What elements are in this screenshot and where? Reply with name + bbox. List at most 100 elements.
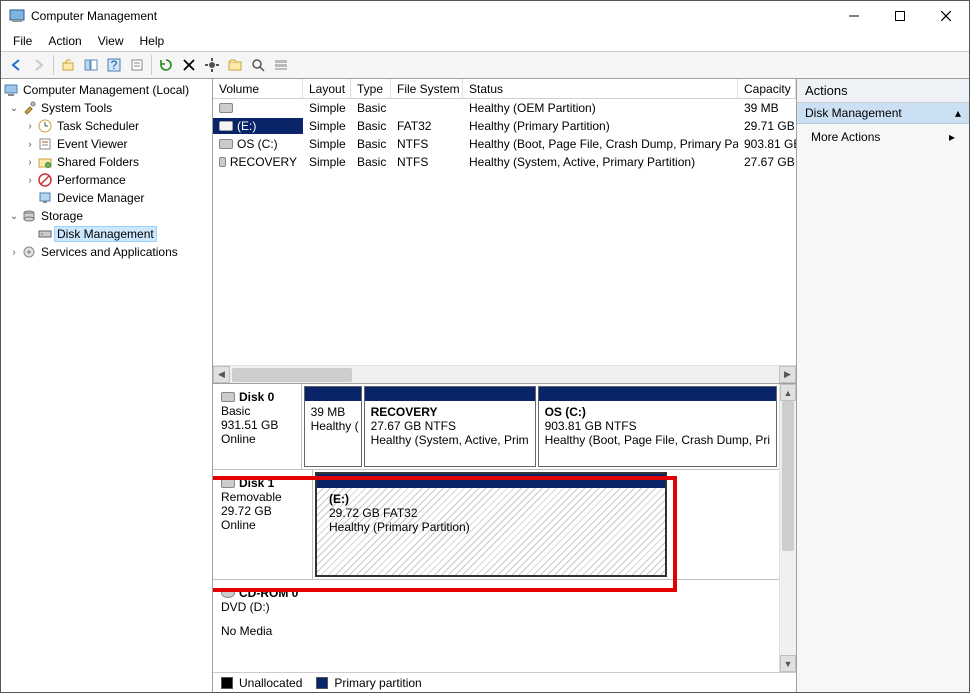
drive-icon xyxy=(219,139,233,149)
col-status[interactable]: Status xyxy=(463,79,738,98)
col-type[interactable]: Type xyxy=(351,79,391,98)
help-button[interactable]: ? xyxy=(103,54,125,76)
search-icon[interactable] xyxy=(247,54,269,76)
tree-performance[interactable]: › Performance xyxy=(3,171,210,189)
close-button[interactable] xyxy=(923,1,969,31)
disk-info: CD-ROM 0 DVD (D:) No Media xyxy=(213,580,773,650)
chevron-right-icon: ▸ xyxy=(949,130,955,144)
partition-bar xyxy=(305,387,361,401)
cell-fs: NTFS xyxy=(391,154,463,170)
menu-view[interactable]: View xyxy=(90,32,132,50)
tree-shared-folders[interactable]: › Shared Folders xyxy=(3,153,210,171)
col-layout[interactable]: Layout xyxy=(303,79,351,98)
legend-label-unallocated: Unallocated xyxy=(239,676,302,690)
open-button[interactable] xyxy=(224,54,246,76)
back-button[interactable] xyxy=(5,54,27,76)
storage-icon xyxy=(21,208,37,224)
disk-row-cdrom[interactable]: CD-ROM 0 DVD (D:) No Media xyxy=(213,580,779,650)
actions-group-disk-management[interactable]: Disk Management ▴ xyxy=(797,103,969,124)
tree-event-viewer[interactable]: › Event Viewer xyxy=(3,135,210,153)
computer-icon xyxy=(3,82,19,98)
folder-share-icon xyxy=(37,154,53,170)
tree-services-apps[interactable]: › Services and Applications xyxy=(3,243,210,261)
partition-bar xyxy=(539,387,776,401)
cell-type: Basic xyxy=(351,118,391,134)
scroll-thumb[interactable] xyxy=(782,401,794,551)
legend-label-primary: Primary partition xyxy=(334,676,421,690)
disk-icon xyxy=(37,226,53,242)
grid-body[interactable]: Simple Basic Healthy (OEM Partition) 39 … xyxy=(213,99,796,365)
cell-type: Basic xyxy=(351,136,391,152)
partition-recovery[interactable]: RECOVERY27.67 GB NTFSHealthy (System, Ac… xyxy=(364,386,536,467)
cell-fs: FAT32 xyxy=(391,118,463,134)
disk-row-disk0[interactable]: Disk 0 Basic 931.51 GB Online 39 MBHealt… xyxy=(213,384,779,470)
partition-bar xyxy=(365,387,535,401)
col-volume[interactable]: Volume xyxy=(213,79,303,98)
disk-row-disk1[interactable]: Disk 1 Removable 29.72 GB Online (E:)29.… xyxy=(213,470,779,580)
settings-icon[interactable] xyxy=(201,54,223,76)
scroll-thumb[interactable] xyxy=(232,368,352,382)
cell-fs xyxy=(391,107,463,109)
partition-e[interactable]: (E:)29.72 GB FAT32Healthy (Primary Parti… xyxy=(315,472,667,577)
scroll-left-button[interactable]: ◀ xyxy=(213,366,230,383)
partition-os-c[interactable]: OS (C:)903.81 GB NTFSHealthy (Boot, Page… xyxy=(538,386,777,467)
delete-button[interactable] xyxy=(178,54,200,76)
actions-header: Actions xyxy=(797,79,969,103)
up-button[interactable] xyxy=(57,54,79,76)
forward-button[interactable] xyxy=(28,54,50,76)
tree-root[interactable]: Computer Management (Local) xyxy=(3,81,210,99)
menu-file[interactable]: File xyxy=(5,32,40,50)
caret-right-icon: › xyxy=(23,139,37,150)
actions-pane: Actions Disk Management ▴ More Actions ▸ xyxy=(797,79,969,692)
col-fs[interactable]: File System xyxy=(391,79,463,98)
caret-right-icon: › xyxy=(23,157,37,168)
scroll-up-button[interactable]: ▲ xyxy=(780,384,796,401)
menu-help[interactable]: Help xyxy=(132,32,173,50)
col-capacity[interactable]: Capacity xyxy=(738,79,796,98)
cell-type: Basic xyxy=(351,100,391,116)
cell-layout: Simple xyxy=(303,136,351,152)
vertical-scrollbar[interactable]: ▲ ▼ xyxy=(779,384,796,672)
maximize-button[interactable] xyxy=(877,1,923,31)
tree-task-scheduler[interactable]: › Task Scheduler xyxy=(3,117,210,135)
cell-capacity: 27.67 GB xyxy=(738,154,796,170)
horizontal-scrollbar[interactable]: ◀ ▶ xyxy=(213,365,796,383)
cell-status: Healthy (Primary Partition) xyxy=(463,118,738,134)
cell-type: Basic xyxy=(351,154,391,170)
list-view-button[interactable] xyxy=(270,54,292,76)
show-hide-tree-button[interactable] xyxy=(80,54,102,76)
disk-info: Disk 1 Removable 29.72 GB Online xyxy=(213,470,313,579)
refresh-button[interactable] xyxy=(155,54,177,76)
tree-system-tools[interactable]: ⌄ System Tools xyxy=(3,99,210,117)
caret-down-icon: ⌄ xyxy=(7,211,21,222)
grid-row[interactable]: Simple Basic Healthy (OEM Partition) 39 … xyxy=(213,99,796,117)
scroll-right-button[interactable]: ▶ xyxy=(779,366,796,383)
properties-button[interactable] xyxy=(126,54,148,76)
device-icon xyxy=(37,190,53,206)
drive-icon xyxy=(219,103,233,113)
collapse-icon: ▴ xyxy=(955,106,961,120)
caret-down-icon: ⌄ xyxy=(7,103,21,114)
legend-swatch-unallocated xyxy=(221,677,233,689)
services-icon xyxy=(21,244,37,260)
grid-header: Volume Layout Type File System Status Ca… xyxy=(213,79,796,99)
cell-status: Healthy (OEM Partition) xyxy=(463,100,738,116)
caret-right-icon: › xyxy=(23,121,37,132)
grid-row[interactable]: (E:) Simple Basic FAT32 Healthy (Primary… xyxy=(213,117,796,135)
minimize-button[interactable] xyxy=(831,1,877,31)
tree-disk-management[interactable]: Disk Management xyxy=(3,225,210,243)
menu-action[interactable]: Action xyxy=(40,32,89,50)
grid-row[interactable]: RECOVERY Simple Basic NTFS Healthy (Syst… xyxy=(213,153,796,171)
cell-volume: RECOVERY xyxy=(213,154,303,170)
tree-storage[interactable]: ⌄ Storage xyxy=(3,207,210,225)
grid-row[interactable]: OS (C:) Simple Basic NTFS Healthy (Boot,… xyxy=(213,135,796,153)
cell-capacity: 903.81 GB xyxy=(738,136,796,152)
event-icon xyxy=(37,136,53,152)
cell-layout: Simple xyxy=(303,118,351,134)
scroll-down-button[interactable]: ▼ xyxy=(780,655,796,672)
tree-device-manager[interactable]: Device Manager xyxy=(3,189,210,207)
actions-more[interactable]: More Actions ▸ xyxy=(797,124,969,150)
partition-oem[interactable]: 39 MBHealthy ( xyxy=(304,386,362,467)
cell-status: Healthy (System, Active, Primary Partiti… xyxy=(463,154,738,170)
disk-graphic-pane: Disk 0 Basic 931.51 GB Online 39 MBHealt… xyxy=(213,383,796,672)
